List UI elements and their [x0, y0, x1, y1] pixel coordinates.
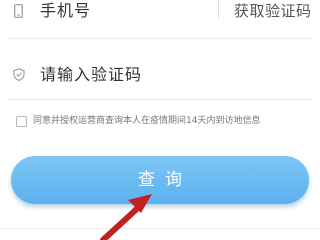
annotation-arrow-icon [100, 194, 152, 240]
query-form: 手机号 获取验证码 请输入验证码 同意并授权运营商查询本人在疫情期间14天内到访… [0, 0, 320, 240]
